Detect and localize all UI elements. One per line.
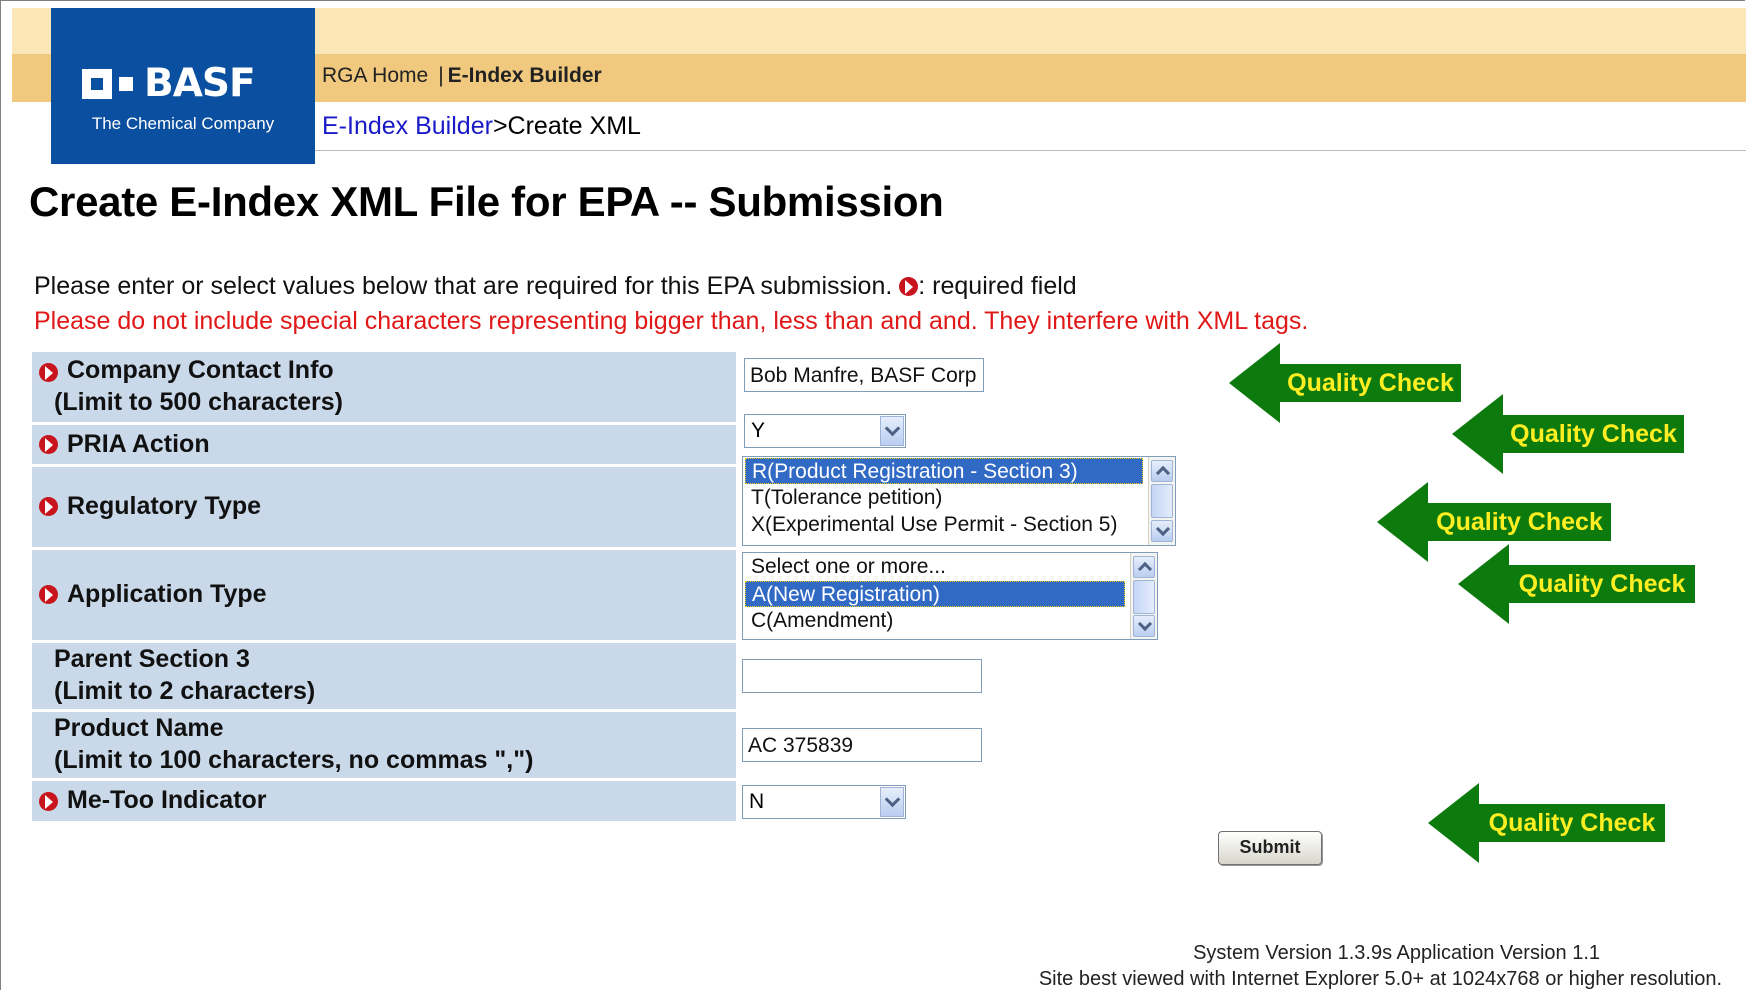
header-divider (315, 150, 1746, 151)
me-too-label: Me-Too Indicator (32, 781, 736, 821)
breadcrumb-current: >Create XML (492, 112, 641, 140)
product-name-label-line1: Product Name (54, 714, 224, 742)
required-icon (39, 363, 58, 382)
regulatory-type-scrollbar[interactable] (1148, 457, 1175, 545)
logo-square-icon (82, 69, 112, 99)
pria-action-select[interactable]: Y (744, 414, 906, 448)
required-icon (899, 277, 919, 296)
chevron-down-icon[interactable] (880, 787, 904, 817)
quality-check-label: Quality Check (1518, 570, 1686, 598)
required-note: : required field (918, 272, 1077, 300)
application-type-option[interactable]: C(Amendment) (745, 608, 1157, 634)
required-icon (39, 792, 58, 811)
parent-section-label-line2: (Limit to 2 characters) (54, 677, 316, 705)
required-icon (39, 435, 58, 454)
breadcrumb: E-Index Builder>Create XML (322, 112, 641, 141)
chevron-down-icon[interactable] (880, 416, 904, 446)
quality-check-label: Quality Check (1510, 420, 1677, 448)
regulatory-type-listbox[interactable]: R(Product Registration - Section 3) T(To… (742, 456, 1176, 546)
regulatory-type-label-text: Regulatory Type (67, 492, 262, 520)
quality-check-label: Quality Check (1488, 809, 1656, 837)
company-contact-label-line1: Company Contact Info (67, 356, 334, 384)
arrow-left-icon (1229, 343, 1280, 423)
nav-rga-home-link[interactable]: RGA Home (322, 64, 428, 87)
regulatory-type-option[interactable]: R(Product Registration - Section 3) (745, 458, 1143, 484)
pria-action-value: Y (751, 419, 766, 442)
scroll-down-icon[interactable] (1151, 520, 1173, 542)
scroll-thumb[interactable] (1133, 580, 1155, 614)
application-type-scrollbar[interactable] (1130, 553, 1157, 639)
arrow-left-icon (1428, 783, 1479, 863)
scroll-up-icon[interactable] (1133, 556, 1155, 578)
product-name-input[interactable]: AC 375839 (742, 728, 982, 762)
company-contact-input[interactable]: Bob Manfre, BASF Corp (744, 358, 984, 392)
arrow-left-icon (1377, 482, 1428, 562)
scroll-down-icon[interactable] (1133, 615, 1155, 637)
logo-wordmark: BASF (144, 61, 256, 106)
scroll-thumb[interactable] (1151, 484, 1173, 518)
application-type-label: Application Type (32, 550, 736, 640)
regulatory-type-label: Regulatory Type (32, 467, 736, 547)
me-too-select[interactable]: N (742, 785, 906, 819)
nav-separator: | (438, 64, 444, 87)
intro-message: Please enter or select values below that… (34, 272, 893, 300)
scroll-up-icon[interactable] (1151, 460, 1173, 482)
intro-text: Please enter or select values below that… (34, 272, 1077, 301)
me-too-label-text: Me-Too Indicator (67, 786, 267, 814)
basf-logo-mark: BASF (82, 61, 277, 106)
application-type-option[interactable]: Select one or more... (745, 554, 1157, 580)
pria-action-label: PRIA Action (32, 425, 736, 464)
application-type-listbox[interactable]: Select one or more... A(New Registration… (742, 552, 1158, 640)
application-type-option[interactable]: A(New Registration) (745, 581, 1125, 607)
warning-text: Please do not include special characters… (34, 307, 1309, 335)
logo-tagline: The Chemical Company (91, 114, 275, 133)
nav-e-index-builder[interactable]: E-Index Builder (448, 64, 602, 87)
breadcrumb-e-index-builder-link[interactable]: E-Index Builder (322, 112, 493, 140)
company-contact-label: Company Contact Info (Limit to 500 chara… (32, 352, 736, 422)
basf-logo[interactable]: BASF The Chemical Company (51, 8, 315, 164)
required-icon (39, 585, 58, 604)
quality-check-label: Quality Check (1436, 508, 1603, 536)
footer-browser-note: Site best viewed with Internet Explorer … (1038, 968, 1722, 990)
company-contact-label-line2: (Limit to 500 characters) (54, 388, 343, 416)
submit-button[interactable]: Submit (1218, 831, 1322, 865)
page-title: Create E-Index XML File for EPA -- Submi… (29, 178, 944, 225)
parent-section-label-line1: Parent Section 3 (54, 645, 250, 673)
product-name-label: Product Name (Limit to 100 characters, n… (32, 712, 736, 778)
me-too-value: N (749, 790, 765, 813)
regulatory-type-option[interactable]: T(Tolerance petition) (745, 485, 1175, 511)
application-type-label-text: Application Type (67, 580, 267, 608)
pria-action-label-text: PRIA Action (67, 430, 210, 458)
parent-section-input[interactable] (742, 659, 982, 693)
product-name-label-line2: (Limit to 100 characters, no commas ",") (54, 746, 534, 774)
footer-version: System Version 1.3.9s Application Versio… (1193, 942, 1600, 964)
top-nav: RGA Home | E-Index Builder (322, 64, 602, 88)
quality-check-label: Quality Check (1287, 369, 1454, 397)
regulatory-type-option[interactable]: X(Experimental Use Permit - Section 5) (745, 512, 1175, 538)
arrow-left-icon (1458, 544, 1509, 624)
logo-small-square-icon (119, 77, 133, 91)
arrow-left-icon (1452, 394, 1503, 474)
parent-section-label: Parent Section 3 (Limit to 2 characters) (32, 643, 736, 709)
required-icon (39, 497, 58, 516)
